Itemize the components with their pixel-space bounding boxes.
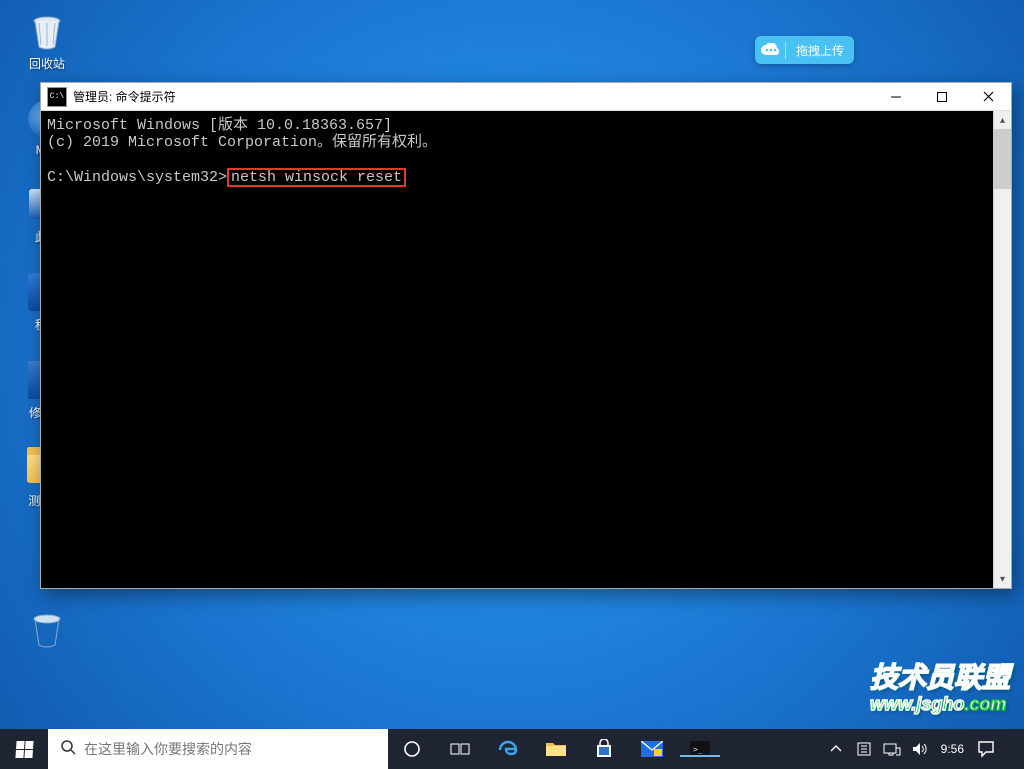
file-explorer-taskbar[interactable]	[532, 740, 580, 758]
prompt: C:\Windows\system32>	[47, 169, 227, 186]
store-taskbar[interactable]	[580, 739, 628, 759]
taskbar: 在这里输入你要搜索的内容 >_	[0, 729, 1024, 769]
recycle-bin-duplicate[interactable]	[12, 608, 82, 650]
search-icon	[60, 739, 76, 760]
ime-icon[interactable]	[855, 740, 873, 758]
window-title: 管理员: 命令提示符	[73, 88, 873, 105]
system-tray: 9:56	[817, 729, 1024, 769]
watermark-url: www.jsgho.com	[870, 691, 1010, 717]
recycle-bin-icon	[26, 10, 68, 52]
action-center-icon[interactable]	[976, 739, 996, 759]
cloud-icon	[755, 36, 785, 64]
desktop-bin-duplicate	[12, 608, 82, 650]
entered-command: netsh winsock reset	[227, 168, 406, 187]
watermark-text: 技术员联盟	[870, 662, 1010, 693]
tray-chevron-up-icon[interactable]	[827, 740, 845, 758]
scroll-track[interactable]	[994, 189, 1011, 570]
search-placeholder: 在这里输入你要搜索的内容	[84, 739, 252, 759]
task-view-button[interactable]	[436, 741, 484, 757]
cortana-button[interactable]	[388, 740, 436, 758]
scroll-up-arrow[interactable]: ▴	[994, 111, 1011, 129]
recycle-bin[interactable]: 回收站	[12, 10, 82, 72]
network-icon[interactable]	[883, 740, 901, 758]
clock[interactable]: 9:56	[941, 742, 964, 756]
edge-taskbar[interactable]	[484, 738, 532, 760]
close-button[interactable]	[965, 83, 1011, 110]
recycle-bin-icon	[26, 608, 68, 650]
windows-logo-icon	[15, 741, 33, 758]
search-box[interactable]: 在这里输入你要搜索的内容	[48, 729, 388, 769]
maximize-button[interactable]	[919, 83, 965, 110]
terminal-output[interactable]: Microsoft Windows [版本 10.0.18363.657] (c…	[41, 111, 993, 588]
titlebar[interactable]: C:\ 管理员: 命令提示符	[41, 83, 1011, 111]
minimize-button[interactable]	[873, 83, 919, 110]
command-prompt-window: C:\ 管理员: 命令提示符 Microsoft Windows [版本 10.…	[40, 82, 1012, 589]
scrollbar[interactable]: ▴ ▾	[993, 111, 1011, 588]
cloud-upload-button[interactable]: 拖拽上传	[755, 36, 854, 64]
scroll-down-arrow[interactable]: ▾	[994, 570, 1011, 588]
start-button[interactable]	[0, 729, 48, 769]
volume-icon[interactable]	[911, 740, 929, 758]
window-controls	[873, 83, 1011, 110]
version-line: Microsoft Windows [版本 10.0.18363.657]	[47, 117, 392, 134]
mail-taskbar[interactable]	[628, 741, 676, 757]
recycle-bin-label: 回收站	[29, 55, 65, 72]
taskbar-items: >_	[388, 729, 724, 769]
copyright-line: (c) 2019 Microsoft Corporation。保留所有权利。	[47, 134, 437, 151]
cmd-app-icon: C:\	[47, 87, 67, 107]
cmd-taskbar[interactable]: >_	[676, 741, 724, 757]
cloud-upload-label: 拖拽上传	[786, 42, 854, 59]
svg-text:>_: >_	[693, 745, 703, 754]
cmd-body: Microsoft Windows [版本 10.0.18363.657] (c…	[41, 111, 1011, 588]
desktop: 回收站 Micr 此电 秒关 修复开 测试12	[0, 0, 1024, 769]
scroll-thumb[interactable]	[994, 129, 1011, 189]
watermark: 技术员联盟 www.jsgho.com	[870, 665, 1010, 717]
